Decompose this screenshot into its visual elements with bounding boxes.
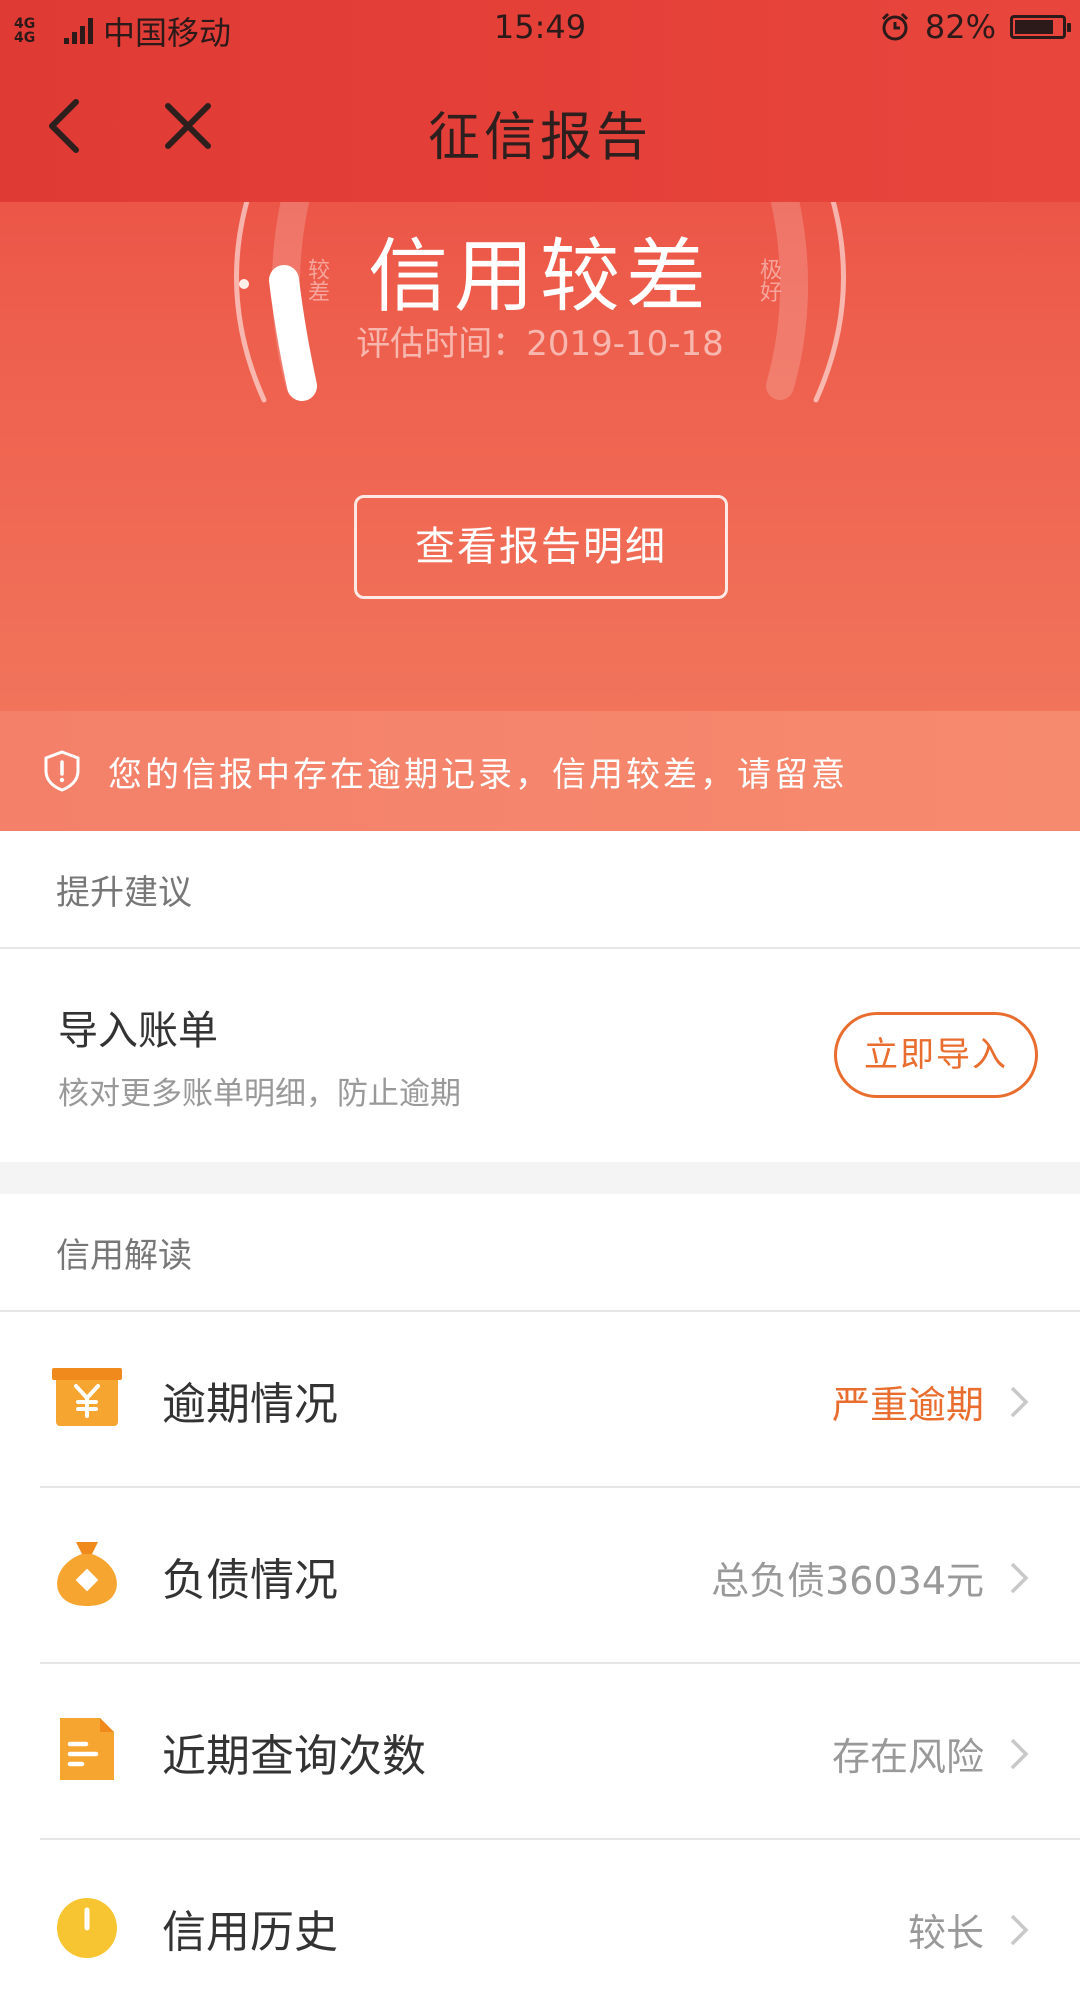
yuan-box-icon xyxy=(52,1368,122,1426)
battery-percent: 82% xyxy=(924,8,996,46)
list-item-value: 存在风险 xyxy=(831,1735,984,1779)
list-item-label: 负债情况 xyxy=(162,1555,338,1606)
list-item-label: 近期查询次数 xyxy=(162,1731,426,1782)
alert-text: 您的信报中存在逾期记录，信用较差，请留意 xyxy=(108,755,848,795)
list-item-label: 信用历史 xyxy=(162,1907,338,1958)
list-item-history[interactable]: 信用历史 较长 xyxy=(0,1840,1080,2016)
history-icon xyxy=(57,1898,117,1958)
section-title: 信用解读 xyxy=(56,1236,192,1276)
battery-icon xyxy=(1010,15,1071,39)
import-bill-subtitle: 核对更多账单明细，防止逾期 xyxy=(58,1076,461,1112)
top-bar: 4G 4G 中国移动 15:49 82% 征信报告 xyxy=(0,0,1080,202)
credit-level-text: 信用较差 xyxy=(368,230,712,323)
evaluation-time: 评估时间：2019-10-18 xyxy=(356,324,724,364)
chevron-right-icon xyxy=(1010,1914,1029,1946)
chevron-right-icon xyxy=(1010,1386,1029,1418)
import-bill-title: 导入账单 xyxy=(58,1008,218,1054)
list-item-value: 总负债36034元 xyxy=(711,1559,984,1603)
section-title: 提升建议 xyxy=(56,873,192,913)
section-gap xyxy=(0,1162,1080,1194)
chevron-right-icon xyxy=(1010,1562,1029,1594)
list-item-value: 较长 xyxy=(907,1911,984,1955)
list-item-inquiries[interactable]: 近期查询次数 存在风险 xyxy=(0,1664,1080,1840)
list-item-overdue[interactable]: 逾期情况 严重逾期 xyxy=(0,1312,1080,1488)
alarm-icon xyxy=(881,12,908,41)
status-bar: 4G 4G 中国移动 15:49 82% xyxy=(0,0,1080,56)
list-item-value: 严重逾期 xyxy=(831,1383,984,1427)
overdue-alert-banner: 您的信报中存在逾期记录，信用较差，请留意 xyxy=(0,711,1080,831)
suggestion-section-header: 提升建议 xyxy=(0,831,1080,949)
list-item-label: 逾期情况 xyxy=(162,1379,338,1430)
page-title: 征信报告 xyxy=(427,108,652,168)
money-bag-icon xyxy=(57,1542,117,1606)
chevron-right-icon xyxy=(1010,1738,1029,1770)
view-report-detail-button[interactable]: 查看报告明细 xyxy=(354,495,728,599)
import-now-button[interactable]: 立即导入 xyxy=(834,1012,1038,1098)
list-item-debt[interactable]: 负债情况 总负债36034元 xyxy=(0,1488,1080,1664)
import-bill-row: 导入账单 核对更多账单明细，防止逾期 立即导入 xyxy=(0,950,1080,1162)
interpretation-section-header: 信用解读 xyxy=(0,1194,1080,1312)
shield-icon xyxy=(44,750,80,792)
document-icon xyxy=(60,1718,114,1780)
